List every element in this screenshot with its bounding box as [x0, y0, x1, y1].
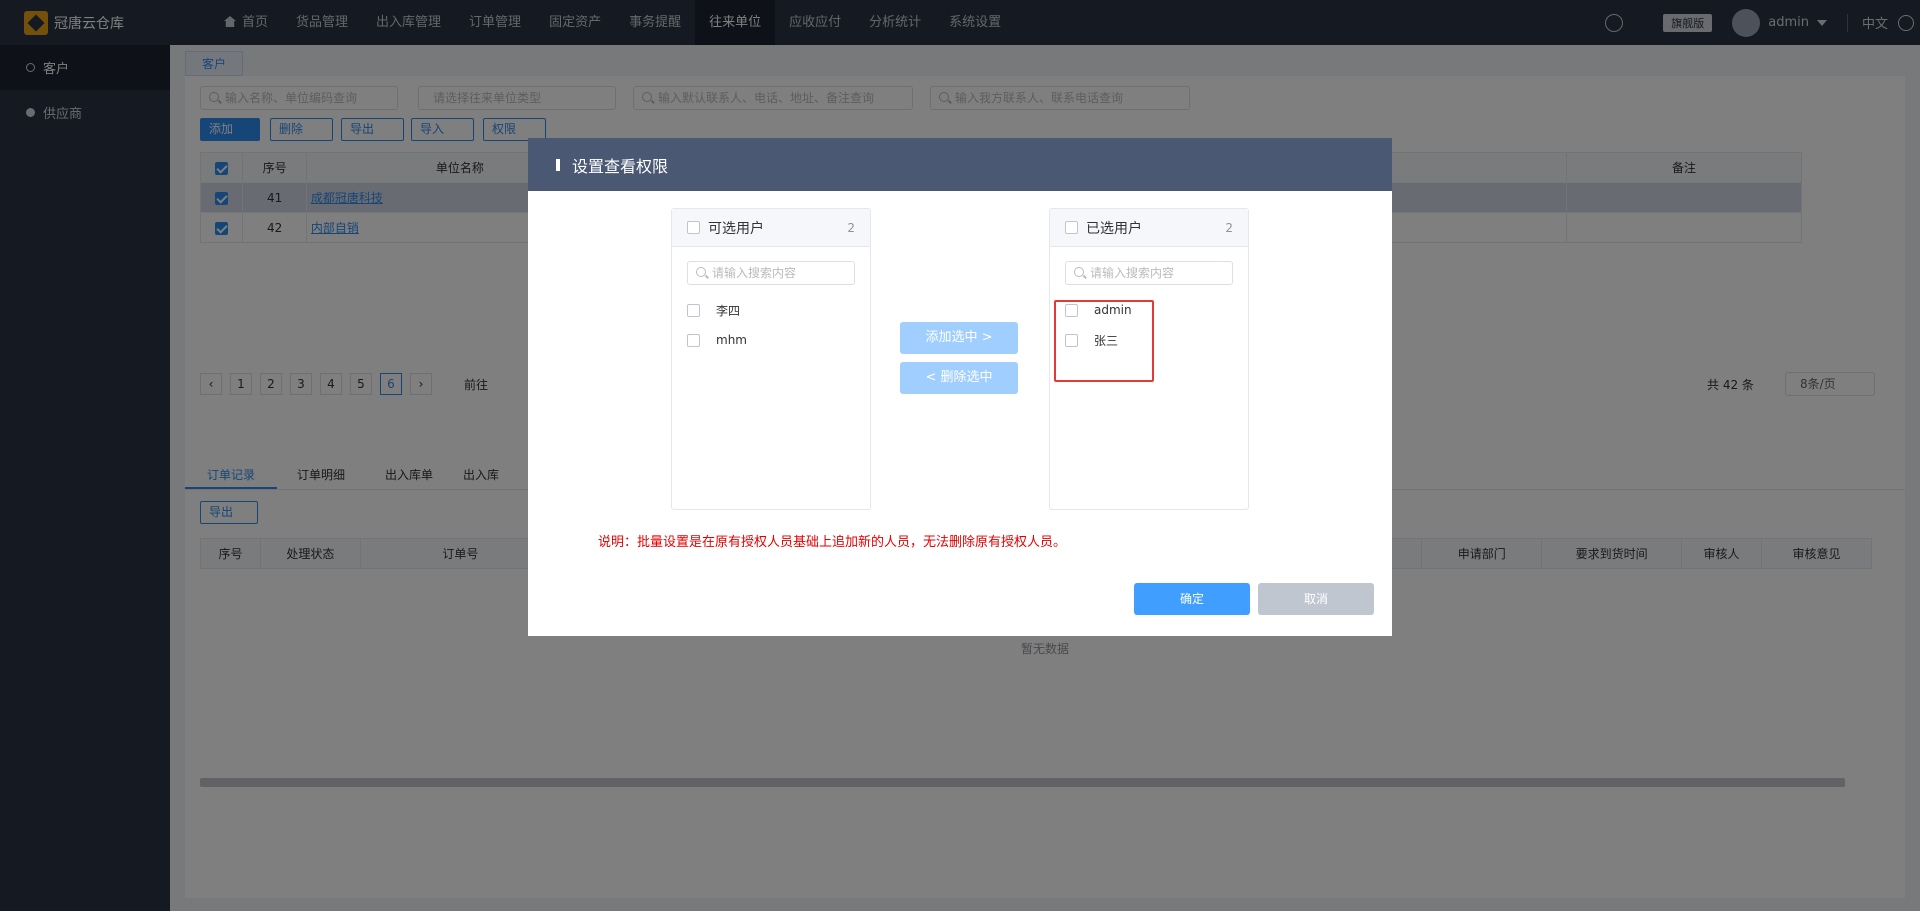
user-checkbox[interactable]	[687, 303, 700, 317]
modal-hint: 说明：批量设置是在原有授权人员基础上追加新的人员，无法删除原有授权人员。	[598, 535, 1067, 550]
available-users-count: 2	[847, 220, 855, 235]
cancel-button[interactable]: 取消	[1258, 583, 1374, 615]
selected-select-all-checkbox[interactable]	[1065, 221, 1078, 234]
search-icon	[1074, 267, 1084, 277]
remove-selected-button[interactable]: < 删除选中	[900, 362, 1018, 394]
selected-users-title: 已选用户	[1086, 220, 1142, 237]
available-select-all-checkbox[interactable]	[687, 221, 700, 234]
selected-search-input[interactable]: 请输入搜索内容	[1065, 261, 1233, 285]
highlight-box	[1054, 300, 1154, 382]
search-icon	[696, 267, 706, 277]
available-search-input[interactable]: 请输入搜索内容	[687, 261, 855, 285]
available-users-title: 可选用户	[708, 220, 764, 237]
available-user-item[interactable]: mhm	[672, 325, 870, 355]
modal-header: 设置查看权限	[528, 138, 1392, 191]
user-checkbox[interactable]	[687, 333, 700, 347]
ok-button[interactable]: 确定	[1134, 583, 1250, 615]
user-label: mhm	[716, 333, 747, 347]
selected-users-count: 2	[1225, 220, 1233, 235]
title-bar-icon	[556, 158, 560, 171]
available-user-item[interactable]: 李四	[672, 295, 870, 325]
user-label: 李四	[716, 303, 741, 318]
modal-title: 设置查看权限	[572, 156, 669, 176]
available-users-panel: 可选用户 2 请输入搜索内容 李四 mhm	[671, 208, 871, 510]
selected-users-header: 已选用户 2	[1050, 209, 1248, 247]
available-search-placeholder: 请输入搜索内容	[712, 266, 797, 280]
available-users-header: 可选用户 2	[672, 209, 870, 247]
selected-search-placeholder: 请输入搜索内容	[1090, 266, 1175, 280]
add-selected-button[interactable]: 添加选中 >	[900, 322, 1018, 354]
permission-modal: 设置查看权限 可选用户 2 请输入搜索内容 李四 mhm 添加选中 > < 删除…	[528, 138, 1392, 636]
